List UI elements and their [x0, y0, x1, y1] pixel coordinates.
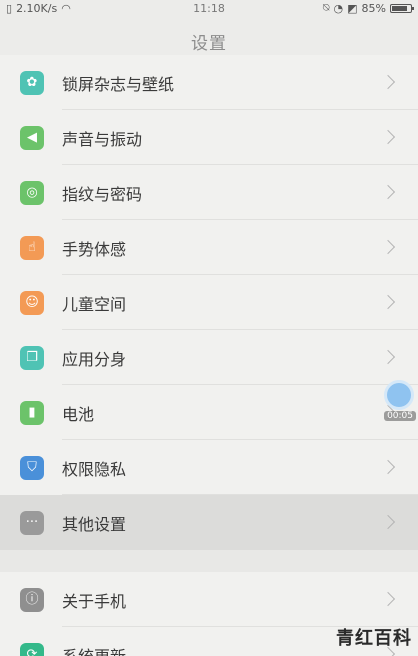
mute-icon: ⍉	[322, 1, 330, 14]
settings-item[interactable]: ▮ 电池	[0, 385, 418, 440]
status-bar: ▯ 2.10K/s ◠ 11:18 ⍉ ◔ ◩ 85%	[0, 0, 418, 16]
shield-icon: ⛉	[20, 455, 44, 480]
settings-item-label: 关于手机	[62, 591, 127, 611]
chevron-right-icon	[380, 349, 396, 364]
page-title: 设置	[191, 33, 227, 54]
settings-item-label: 指纹与密码	[62, 184, 143, 204]
settings-item[interactable]: ⓘ 关于手机	[0, 572, 418, 627]
chevron-right-icon	[380, 591, 396, 606]
settings-item-label: 权限隐私	[62, 459, 127, 479]
alarm-icon: ◔	[333, 1, 344, 15]
chevron-right-icon	[380, 239, 396, 254]
floating-record-button[interactable]	[384, 380, 414, 410]
chevron-right-icon	[380, 74, 396, 89]
watermark: 青红百科	[336, 628, 412, 649]
settings-item-label: 应用分身	[62, 349, 127, 369]
section-gap	[0, 550, 418, 572]
clone-icon: ❐	[20, 345, 44, 370]
chevron-right-icon	[380, 294, 396, 309]
settings-item[interactable]: ⛉ 权限隐私	[0, 440, 418, 495]
speaker-icon: ◀	[20, 125, 44, 150]
update-icon: ⟳	[20, 642, 44, 656]
settings-item[interactable]: ☺ 儿童空间	[0, 275, 418, 330]
settings-item-label: 系统更新	[62, 646, 127, 656]
record-timer: 00:05	[384, 411, 416, 421]
more-icon: ···	[20, 510, 44, 535]
settings-item-label: 其他设置	[62, 514, 127, 534]
settings-item[interactable]: ··· 其他设置	[0, 495, 418, 550]
settings-item[interactable]: ❐ 应用分身	[0, 330, 418, 385]
battery-icon: ▮	[20, 400, 44, 425]
chevron-right-icon	[380, 514, 396, 529]
settings-item[interactable]: ◎ 指纹与密码	[0, 165, 418, 220]
settings-item-label: 电池	[62, 404, 95, 424]
settings-item[interactable]: ☝ 手势体感	[0, 220, 418, 275]
network-speed: 2.10K/s	[16, 1, 58, 15]
fingerprint-icon: ◎	[20, 180, 44, 205]
settings-item-label: 声音与振动	[62, 129, 143, 149]
settings-item-label: 儿童空间	[62, 294, 127, 314]
flower-icon: ✿	[20, 70, 44, 95]
settings-item-label: 锁屏杂志与壁纸	[62, 74, 175, 94]
file-icon: ▯	[6, 1, 13, 15]
signal-icon: ◩	[347, 1, 358, 15]
settings-item-label: 手势体感	[62, 239, 127, 259]
settings-list: ✿ 锁屏杂志与壁纸 ◀ 声音与振动 ◎ 指纹与密码 ☝ 手势体感 ☺ 儿童空间 ❐ 应用分身 ▮ 电池 ⛉ 权…	[0, 55, 418, 656]
child-icon: ☺	[20, 290, 44, 315]
chevron-right-icon	[380, 459, 396, 474]
chevron-right-icon	[380, 184, 396, 199]
settings-item[interactable]: ✿ 锁屏杂志与壁纸	[0, 55, 418, 110]
hand-icon: ☝	[20, 235, 44, 260]
chevron-right-icon	[380, 129, 396, 144]
info-icon: ⓘ	[20, 587, 44, 612]
battery-percent: 85%	[361, 1, 386, 15]
wifi-icon: ◠	[61, 1, 71, 15]
battery-icon	[390, 3, 414, 13]
settings-item[interactable]: ◀ 声音与振动	[0, 110, 418, 165]
